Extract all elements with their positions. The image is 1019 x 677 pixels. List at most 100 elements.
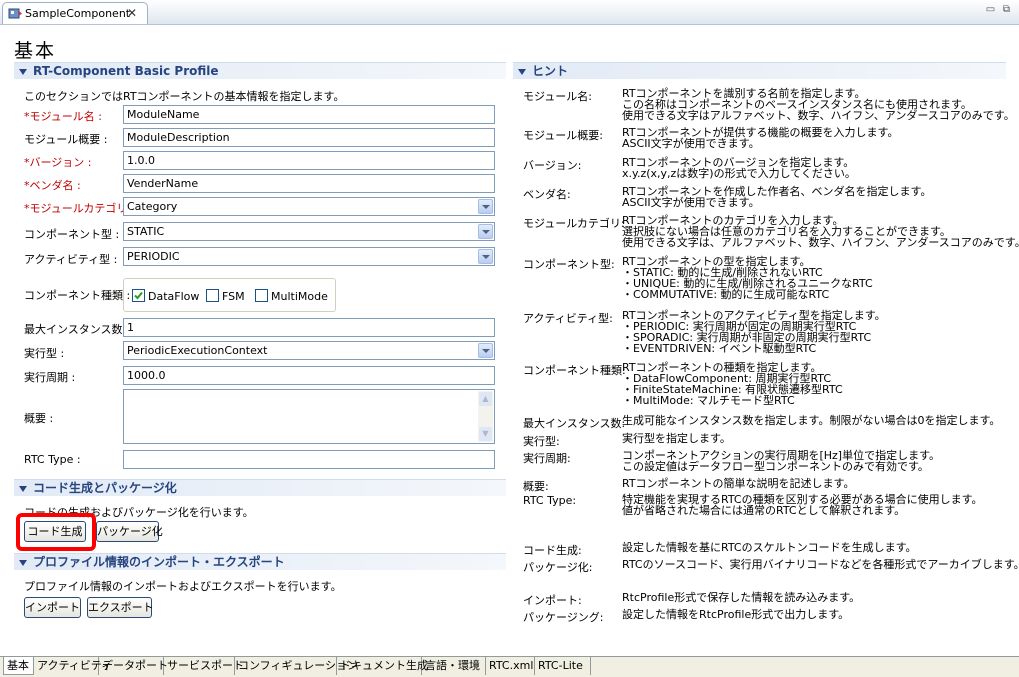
multimode-label: MultiMode bbox=[271, 290, 328, 303]
component-file-icon bbox=[8, 7, 22, 20]
exec-rate-label: 実行周期 : bbox=[24, 371, 76, 384]
dataflow-label: DataFlow bbox=[148, 290, 200, 303]
hint-text: 値が省略された場合には通常のRTCとして解釈されます。 bbox=[622, 504, 906, 517]
section-header-hints[interactable]: ヒント bbox=[513, 62, 1006, 79]
hint-label: モジュール名: bbox=[523, 90, 592, 103]
editor-tab-bar bbox=[0, 0, 1019, 25]
component-type-combo[interactable]: STATIC bbox=[123, 222, 495, 241]
export-button[interactable]: エクスポート bbox=[87, 597, 154, 618]
close-icon[interactable]: ✕ bbox=[127, 6, 137, 20]
module-name-input[interactable]: ModuleName bbox=[123, 105, 495, 124]
component-type-label: コンポーネント型 : bbox=[24, 228, 120, 241]
hint-label: コンポーネント種類: bbox=[523, 364, 626, 377]
activity-type-combo[interactable]: PERIODIC bbox=[123, 247, 495, 266]
editor-tab-label: SampleComponent bbox=[25, 7, 131, 20]
bottom-tab-0[interactable]: 基本 bbox=[3, 657, 34, 675]
rtc-type-label: RTC Type : bbox=[24, 453, 81, 466]
bottom-tab-3[interactable]: サービスポート bbox=[164, 657, 244, 675]
hint-text: 使用できる文字はアルファベット、数字、ハイフン、アンダースコアのみです。 bbox=[622, 109, 1015, 122]
component-kind-label: コンポーネント種類 : bbox=[24, 289, 131, 302]
rtc-type-input[interactable] bbox=[123, 450, 495, 469]
expand-arrow-icon bbox=[518, 69, 526, 75]
hint-text: ・MultiMode: マルチモード型RTC bbox=[622, 394, 795, 407]
generate-code-button[interactable]: コード生成 bbox=[24, 521, 86, 542]
exec-type-label: 実行型 : bbox=[24, 347, 65, 360]
import-export-description: プロファイル情報のインポートおよびエクスポートを行います。 bbox=[24, 580, 342, 593]
section-title-hints: ヒント bbox=[532, 64, 569, 78]
hint-label: 実行周期: bbox=[523, 452, 571, 465]
max-instance-input[interactable]: 1 bbox=[123, 318, 495, 337]
fsm-label: FSM bbox=[222, 290, 245, 303]
bottom-tab-1[interactable]: アクティビティ bbox=[34, 657, 112, 675]
hint-label: パッケージ化: bbox=[523, 561, 593, 574]
bottom-tab-2[interactable]: データポート bbox=[99, 657, 168, 675]
version-input[interactable]: 1.0.0 bbox=[123, 151, 495, 170]
chevron-down-icon[interactable] bbox=[478, 249, 493, 264]
section-title-basic-profile: RT-Component Basic Profile bbox=[33, 64, 219, 78]
exec-rate-input[interactable]: 1000.0 bbox=[123, 366, 495, 385]
basic-profile-description: このセクションではRTコンポーネントの基本情報を指定します。 bbox=[24, 90, 345, 103]
hint-label: RTC Type: bbox=[523, 494, 577, 507]
vendor-input[interactable]: VenderName bbox=[123, 174, 495, 193]
minimize-icon[interactable]: ▭ bbox=[985, 4, 996, 15]
exec-type-combo[interactable]: PeriodicExecutionContext bbox=[123, 341, 495, 360]
section-title-codegen: コード生成とパッケージ化 bbox=[33, 481, 177, 495]
abstract-textarea[interactable]: ▲ ▼ bbox=[123, 389, 495, 444]
hint-text: この設定値はデータフロー型コンポーネントのみで有効です。 bbox=[622, 460, 929, 473]
bottom-tab-7[interactable]: RTC.xml bbox=[486, 657, 535, 675]
hint-label: ベンダ名: bbox=[523, 188, 571, 201]
module-name-label: *モジュール名 : bbox=[24, 110, 102, 123]
exec-type-value: PeriodicExecutionContext bbox=[127, 344, 268, 357]
component-type-value: STATIC bbox=[127, 225, 165, 238]
hint-text: RtcProfile形式で保存した情報を読み込みます。 bbox=[622, 591, 861, 604]
hint-label: アクティビティ型: bbox=[523, 312, 613, 325]
expand-arrow-icon bbox=[19, 486, 27, 492]
chevron-down-icon[interactable] bbox=[478, 199, 493, 214]
editor-tab-samplecomponent[interactable]: SampleComponent ✕ bbox=[2, 2, 148, 24]
section-title-import-export: プロファイル情報のインポート・エクスポート bbox=[33, 555, 285, 569]
hint-text: 使用できる文字は、アルファベット、数字、ハイフン、アンダースコアのみです。 bbox=[622, 236, 1019, 249]
maximize-icon[interactable]: ⧉ bbox=[1001, 4, 1012, 15]
bottom-tab-5[interactable]: ドキュメント生成 bbox=[337, 657, 428, 675]
abstract-scrollbar[interactable]: ▲ ▼ bbox=[478, 391, 493, 442]
hint-label: 実行型: bbox=[523, 435, 560, 448]
package-button[interactable]: パッケージ化 bbox=[96, 521, 163, 542]
section-header-codegen[interactable]: コード生成とパッケージ化 bbox=[14, 479, 506, 496]
chevron-down-icon[interactable] bbox=[478, 343, 493, 358]
hint-text: 生成可能なインスタンス数を指定します。制限がない場合は0を指定します。 bbox=[622, 414, 1001, 427]
hint-text: 実行型を指定します。 bbox=[622, 432, 731, 445]
scroll-down-icon[interactable]: ▼ bbox=[479, 427, 492, 441]
activity-type-value: PERIODIC bbox=[127, 250, 180, 263]
multimode-checkbox[interactable] bbox=[255, 289, 268, 302]
hint-text: RTコンポーネントの簡単な説明を記述します。 bbox=[622, 477, 855, 490]
hint-label: インポート: bbox=[523, 594, 582, 607]
version-label: *バージョン : bbox=[24, 156, 92, 169]
scroll-up-icon[interactable]: ▲ bbox=[479, 392, 492, 406]
hint-label: コード生成: bbox=[523, 544, 582, 557]
hint-text: RTCのソースコード、実行用バイナリコードなどを各種形式でアーカイブします。 bbox=[622, 558, 1019, 571]
hint-text: x.y.z(x,y,zは数字)の形式で入力してください。 bbox=[622, 167, 856, 180]
max-instance-label: 最大インスタンス数 : bbox=[24, 323, 130, 336]
dataflow-checkbox[interactable] bbox=[132, 289, 145, 302]
category-combo[interactable]: Category bbox=[123, 197, 495, 216]
fsm-checkbox[interactable] bbox=[206, 289, 219, 302]
section-header-import-export[interactable]: プロファイル情報のインポート・エクスポート bbox=[14, 553, 506, 570]
page-title: 基本 bbox=[14, 40, 57, 62]
category-value: Category bbox=[127, 200, 178, 213]
section-header-basic-profile[interactable]: RT-Component Basic Profile bbox=[14, 62, 506, 79]
module-desc-input[interactable]: ModuleDescription bbox=[123, 128, 495, 147]
hint-label: モジュールカテゴリ: bbox=[523, 217, 625, 230]
bottom-tab-6[interactable]: 言語・環境 bbox=[422, 657, 486, 675]
hint-text: 設定した情報をRtcProfile形式で出力します。 bbox=[622, 608, 850, 621]
bottom-tab-4[interactable]: コンフィギュレーション bbox=[235, 657, 358, 675]
import-button[interactable]: インポート bbox=[24, 597, 81, 618]
hint-text: ・COMMUTATIVE: 動的に生成可能なRTC bbox=[622, 288, 830, 301]
expand-arrow-icon bbox=[19, 560, 27, 566]
bottom-tab-8[interactable]: RTC-Lite bbox=[535, 657, 591, 675]
hint-label: モジュール概要: bbox=[523, 129, 603, 142]
hint-label: コンポーネント型: bbox=[523, 258, 615, 271]
module-desc-label: モジュール概要 : bbox=[24, 133, 108, 146]
hint-text: 設定した情報を基にRTCのスケルトンコードを生成します。 bbox=[622, 541, 917, 554]
hint-text: ASCII文字が使用できます。 bbox=[622, 137, 760, 150]
chevron-down-icon[interactable] bbox=[478, 224, 493, 239]
